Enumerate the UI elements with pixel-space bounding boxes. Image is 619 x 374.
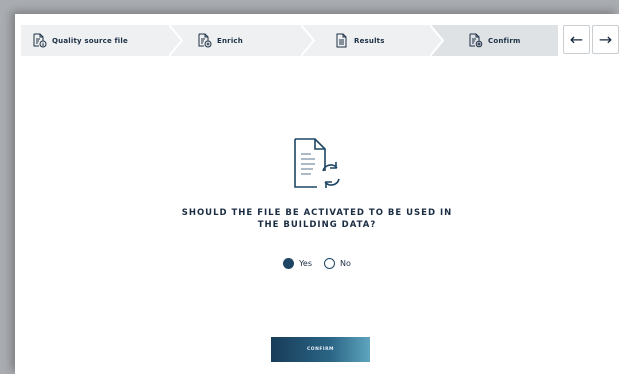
step-label: Confirm (488, 36, 521, 45)
previous-button[interactable]: ← (563, 25, 590, 54)
step-label: Enrich (217, 36, 243, 45)
page-frame: Quality source file Enrich Results Confi… (15, 14, 619, 374)
activation-options: Yes No (15, 258, 619, 269)
radio-no[interactable]: No (324, 258, 351, 269)
step-label: Results (354, 36, 385, 45)
step-enrich[interactable]: Enrich (197, 25, 243, 56)
file-settings-icon (468, 33, 483, 48)
step-results[interactable]: Results (334, 25, 385, 56)
question-line-1: SHOULD THE FILE BE ACTIVATED TO BE USED … (181, 208, 453, 218)
confirm-button[interactable]: CONFIRM (271, 337, 370, 362)
arrow-left-icon: ← (569, 29, 584, 49)
activation-question: SHOULD THE FILE BE ACTIVATED TO BE USED … (15, 207, 619, 231)
file-add-icon (197, 33, 212, 48)
question-line-2: THE BUILDING DATA? (257, 220, 377, 230)
radio-no-label: No (340, 259, 351, 268)
radio-selected-indicator[interactable] (283, 258, 295, 269)
step-label: Quality source file (52, 36, 128, 45)
step-separator (169, 25, 183, 56)
radio-yes[interactable]: Yes (283, 258, 312, 269)
step-separator (430, 25, 444, 56)
step-separator (301, 25, 315, 56)
file-document-icon (334, 33, 349, 48)
step-quality-source-file[interactable]: Quality source file (32, 25, 128, 56)
radio-yes-label: Yes (299, 259, 313, 268)
file-info-icon (32, 33, 47, 48)
step-confirm[interactable]: Confirm (468, 25, 521, 56)
stepper: Quality source file Enrich Results Confi… (21, 25, 558, 56)
next-button[interactable]: → (592, 25, 619, 54)
radio-unselected-indicator[interactable] (324, 258, 336, 269)
arrow-right-icon: → (598, 29, 613, 49)
file-sync-icon (292, 137, 346, 195)
